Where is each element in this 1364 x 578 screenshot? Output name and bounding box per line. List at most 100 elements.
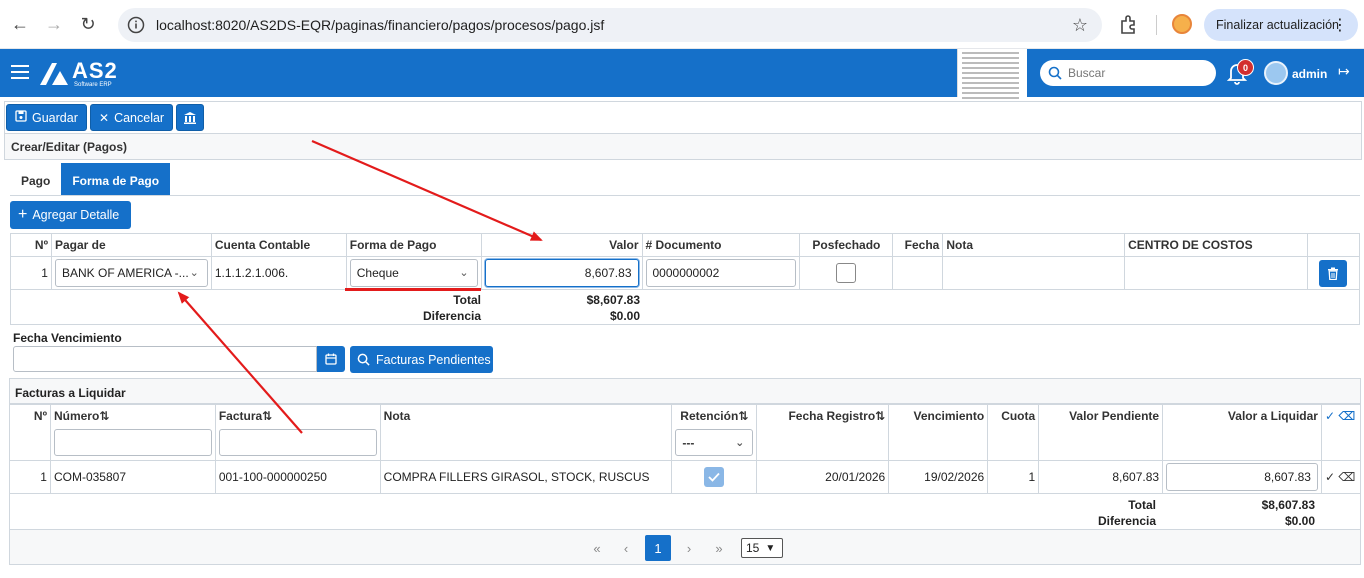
as2-logo[interactable]: AS2 Software ERP xyxy=(38,57,128,89)
tab-pago[interactable]: Pago xyxy=(10,163,61,195)
col-documento: # Documento xyxy=(641,233,801,257)
col-vencimiento: Vencimiento xyxy=(888,404,989,461)
valor-input[interactable]: 8,607.83 xyxy=(484,259,639,287)
invoices-header-row: Nº Número⇅ Factura⇅ Nota Retención⇅ --- … xyxy=(9,404,1362,461)
chevron-down-icon: ▼ xyxy=(765,542,776,554)
total-value: $8,607.83 xyxy=(1261,498,1315,512)
difference-label: Diferencia xyxy=(422,309,481,323)
add-detail-label: Agregar Detalle xyxy=(32,208,120,222)
paginator: « ‹ 1 › » 15 ▼ xyxy=(9,530,1361,565)
extensions-icon[interactable] xyxy=(1118,13,1140,35)
search-input[interactable]: Buscar xyxy=(1040,60,1216,86)
toolbar-separator xyxy=(1156,15,1157,35)
tab-bar: Pago Forma de Pago xyxy=(10,163,171,195)
row-number: 1 xyxy=(9,460,51,494)
bookmark-star-icon[interactable]: ☆ xyxy=(1072,15,1088,36)
back-icon[interactable]: ← xyxy=(6,10,34,38)
search-placeholder: Buscar xyxy=(1068,66,1106,80)
bank-button[interactable] xyxy=(176,104,204,131)
update-button[interactable]: Finalizar actualización ⋮ xyxy=(1204,9,1358,41)
search-icon xyxy=(1048,66,1062,80)
sort-icon[interactable]: ⇅ xyxy=(875,409,885,423)
col-factura: Factura⇅ xyxy=(214,404,381,461)
check-all-icon[interactable]: ✓ xyxy=(1325,409,1335,423)
posfechado-checkbox[interactable] xyxy=(836,263,857,283)
forma-pago-select[interactable]: Cheque ⌄ xyxy=(349,259,478,287)
valor-pendiente-cell: 8,607.83 xyxy=(1038,460,1164,494)
delete-row-button[interactable] xyxy=(1319,259,1348,287)
pagar-de-select[interactable]: BANK OF AMERICA -... ⌄ xyxy=(54,259,208,287)
pagar-de-cell: BANK OF AMERICA -... ⌄ xyxy=(50,256,212,290)
hamburger-menu-icon[interactable] xyxy=(11,65,29,79)
retencion-filter-select[interactable]: --- ⌄ xyxy=(675,429,754,456)
col-numero: Número⇅ xyxy=(49,404,216,461)
col-cuenta: Cuenta Contable xyxy=(210,233,347,257)
total-label: Total xyxy=(453,293,481,307)
forma-pago-cell: Cheque ⌄ xyxy=(345,256,482,290)
retencion-cell xyxy=(671,460,758,494)
vencimiento-cell: 19/02/2026 xyxy=(888,460,989,494)
bank-icon xyxy=(184,111,196,124)
invoices-table: Nº Número⇅ Factura⇅ Nota Retención⇅ --- … xyxy=(9,404,1362,494)
pending-invoices-button[interactable]: Facturas Pendientes xyxy=(350,346,493,373)
logo-text: AS2 xyxy=(72,58,118,83)
calendar-button[interactable] xyxy=(317,346,345,372)
eraser-icon[interactable]: ⌫ xyxy=(1338,470,1355,484)
tab-divider xyxy=(10,195,1360,196)
plus-icon: + xyxy=(18,206,28,223)
chevron-down-icon: ⌄ xyxy=(459,267,469,279)
retencion-checkbox[interactable] xyxy=(704,467,725,487)
save-button[interactable]: Guardar xyxy=(6,104,87,131)
logout-icon[interactable]: ↦ xyxy=(1338,63,1350,80)
sort-icon[interactable]: ⇅ xyxy=(262,409,272,423)
factura-filter-input[interactable] xyxy=(218,429,377,456)
payment-totals: Total $8,607.83 Diferencia $0.00 xyxy=(10,289,1360,325)
menu-dots-icon[interactable]: ⋮ xyxy=(1332,15,1348,35)
site-info-icon[interactable] xyxy=(124,13,148,37)
payment-header-row: Nº Pagar de Cuenta Contable Forma de Pag… xyxy=(10,233,1361,257)
valor-liquidar-input[interactable]: 8,607.83 xyxy=(1166,463,1318,491)
address-bar[interactable]: localhost:8020/AS2DS-EQR/paginas/financi… xyxy=(118,8,1102,42)
prev-page-icon[interactable]: ‹ xyxy=(613,535,639,561)
logo-subtitle: Software ERP xyxy=(74,82,112,88)
preview-thumbnail xyxy=(957,49,1027,104)
update-label: Finalizar actualización xyxy=(1216,18,1339,32)
col-fecha-registro-label: Fecha Registro xyxy=(788,409,876,423)
row-actions-cell: ✓ ⌫ xyxy=(1320,460,1362,494)
table-row: 1 COM-035807 001-100-000000250 COMPRA FI… xyxy=(9,460,1362,494)
profile-avatar-icon[interactable] xyxy=(1172,14,1192,34)
retencion-filter-value: --- xyxy=(682,435,695,450)
sort-icon[interactable]: ⇅ xyxy=(738,409,748,423)
last-page-icon[interactable]: » xyxy=(706,535,732,561)
sort-icon[interactable]: ⇅ xyxy=(99,409,109,423)
calendar-icon xyxy=(325,353,337,365)
check-icon[interactable]: ✓ xyxy=(1325,470,1335,484)
forward-icon[interactable]: → xyxy=(40,10,68,38)
due-date-label: Fecha Vencimiento xyxy=(13,331,122,345)
form-toolbar: Guardar ✕ Cancelar xyxy=(4,101,1362,134)
fecha-cell xyxy=(892,256,944,290)
next-page-icon[interactable]: › xyxy=(676,535,702,561)
page-button[interactable]: 1 xyxy=(645,535,671,561)
due-date-input[interactable] xyxy=(13,346,317,372)
centro-costos-cell xyxy=(1124,256,1308,290)
username[interactable]: admin xyxy=(1292,67,1327,81)
chevron-down-icon: ⌄ xyxy=(189,267,199,279)
tab-forma-de-pago[interactable]: Forma de Pago xyxy=(61,163,171,195)
app-header: AS2 Software ERP Buscar 0 admin ↦ xyxy=(0,49,1364,104)
reload-icon[interactable]: ↻ xyxy=(74,10,102,38)
col-fecha-registro: Fecha Registro⇅ xyxy=(756,404,890,461)
rows-per-page-select[interactable]: 15 ▼ xyxy=(741,538,783,558)
notification-count-badge: 0 xyxy=(1237,59,1254,76)
browser-chrome: ← → ↻ localhost:8020/AS2DS-EQR/paginas/f… xyxy=(0,0,1364,49)
col-factura-label: Factura xyxy=(218,409,263,423)
cancel-button[interactable]: ✕ Cancelar xyxy=(90,104,173,131)
numero-filter-input[interactable] xyxy=(53,429,212,456)
add-detail-button[interactable]: + Agregar Detalle xyxy=(10,201,131,229)
documento-input[interactable]: 0000000002 xyxy=(645,259,797,287)
user-avatar-icon[interactable] xyxy=(1264,61,1288,85)
factura-cell: 001-100-000000250 xyxy=(214,460,381,494)
nota-cell: COMPRA FILLERS GIRASOL, STOCK, RUSCUS xyxy=(379,460,673,494)
eraser-icon[interactable]: ⌫ xyxy=(1338,409,1355,423)
first-page-icon[interactable]: « xyxy=(584,535,610,561)
